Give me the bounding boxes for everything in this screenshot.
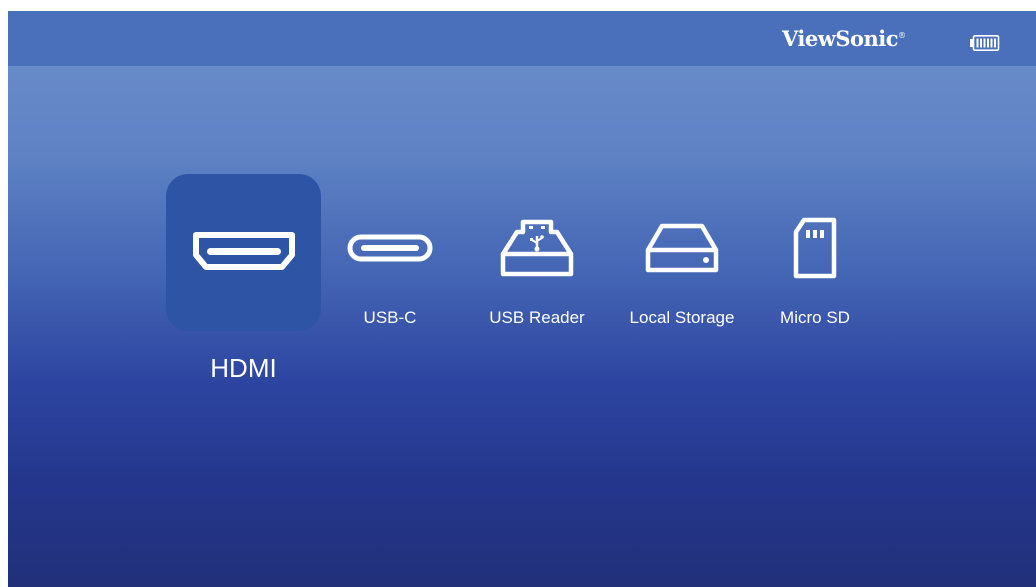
- source-tile-local-storage[interactable]: [627, 209, 737, 287]
- sd-card-icon: [793, 217, 837, 279]
- source-usb-reader[interactable]: USB Reader: [482, 174, 592, 328]
- source-usb-c[interactable]: USB-C: [335, 174, 445, 328]
- source-label: USB Reader: [489, 308, 585, 327]
- source-tile-usb-c[interactable]: [335, 209, 445, 287]
- source-select-screen: ViewSonic® HDMI USB-C USB Reader Local S…: [8, 11, 1036, 587]
- usb-c-icon: [347, 234, 433, 262]
- source-local-storage[interactable]: Local Storage: [627, 174, 737, 328]
- source-tile-micro-sd[interactable]: [760, 209, 870, 287]
- source-label: USB-C: [363, 308, 417, 327]
- brand-logo: ViewSonic®: [782, 26, 906, 51]
- hdmi-icon: [192, 231, 295, 270]
- battery-full-icon: [970, 35, 1000, 56]
- source-label: HDMI: [210, 353, 277, 383]
- usb-drive-icon: [500, 219, 574, 277]
- hard-drive-icon: [645, 223, 719, 273]
- source-label: Local Storage: [629, 308, 735, 327]
- top-bar: ViewSonic®: [8, 11, 1036, 66]
- source-tile-hdmi[interactable]: [166, 174, 321, 331]
- source-hdmi[interactable]: HDMI: [166, 174, 321, 384]
- source-tile-usb-reader[interactable]: [482, 209, 592, 287]
- source-micro-sd[interactable]: Micro SD: [760, 174, 870, 328]
- source-label: Micro SD: [780, 308, 850, 327]
